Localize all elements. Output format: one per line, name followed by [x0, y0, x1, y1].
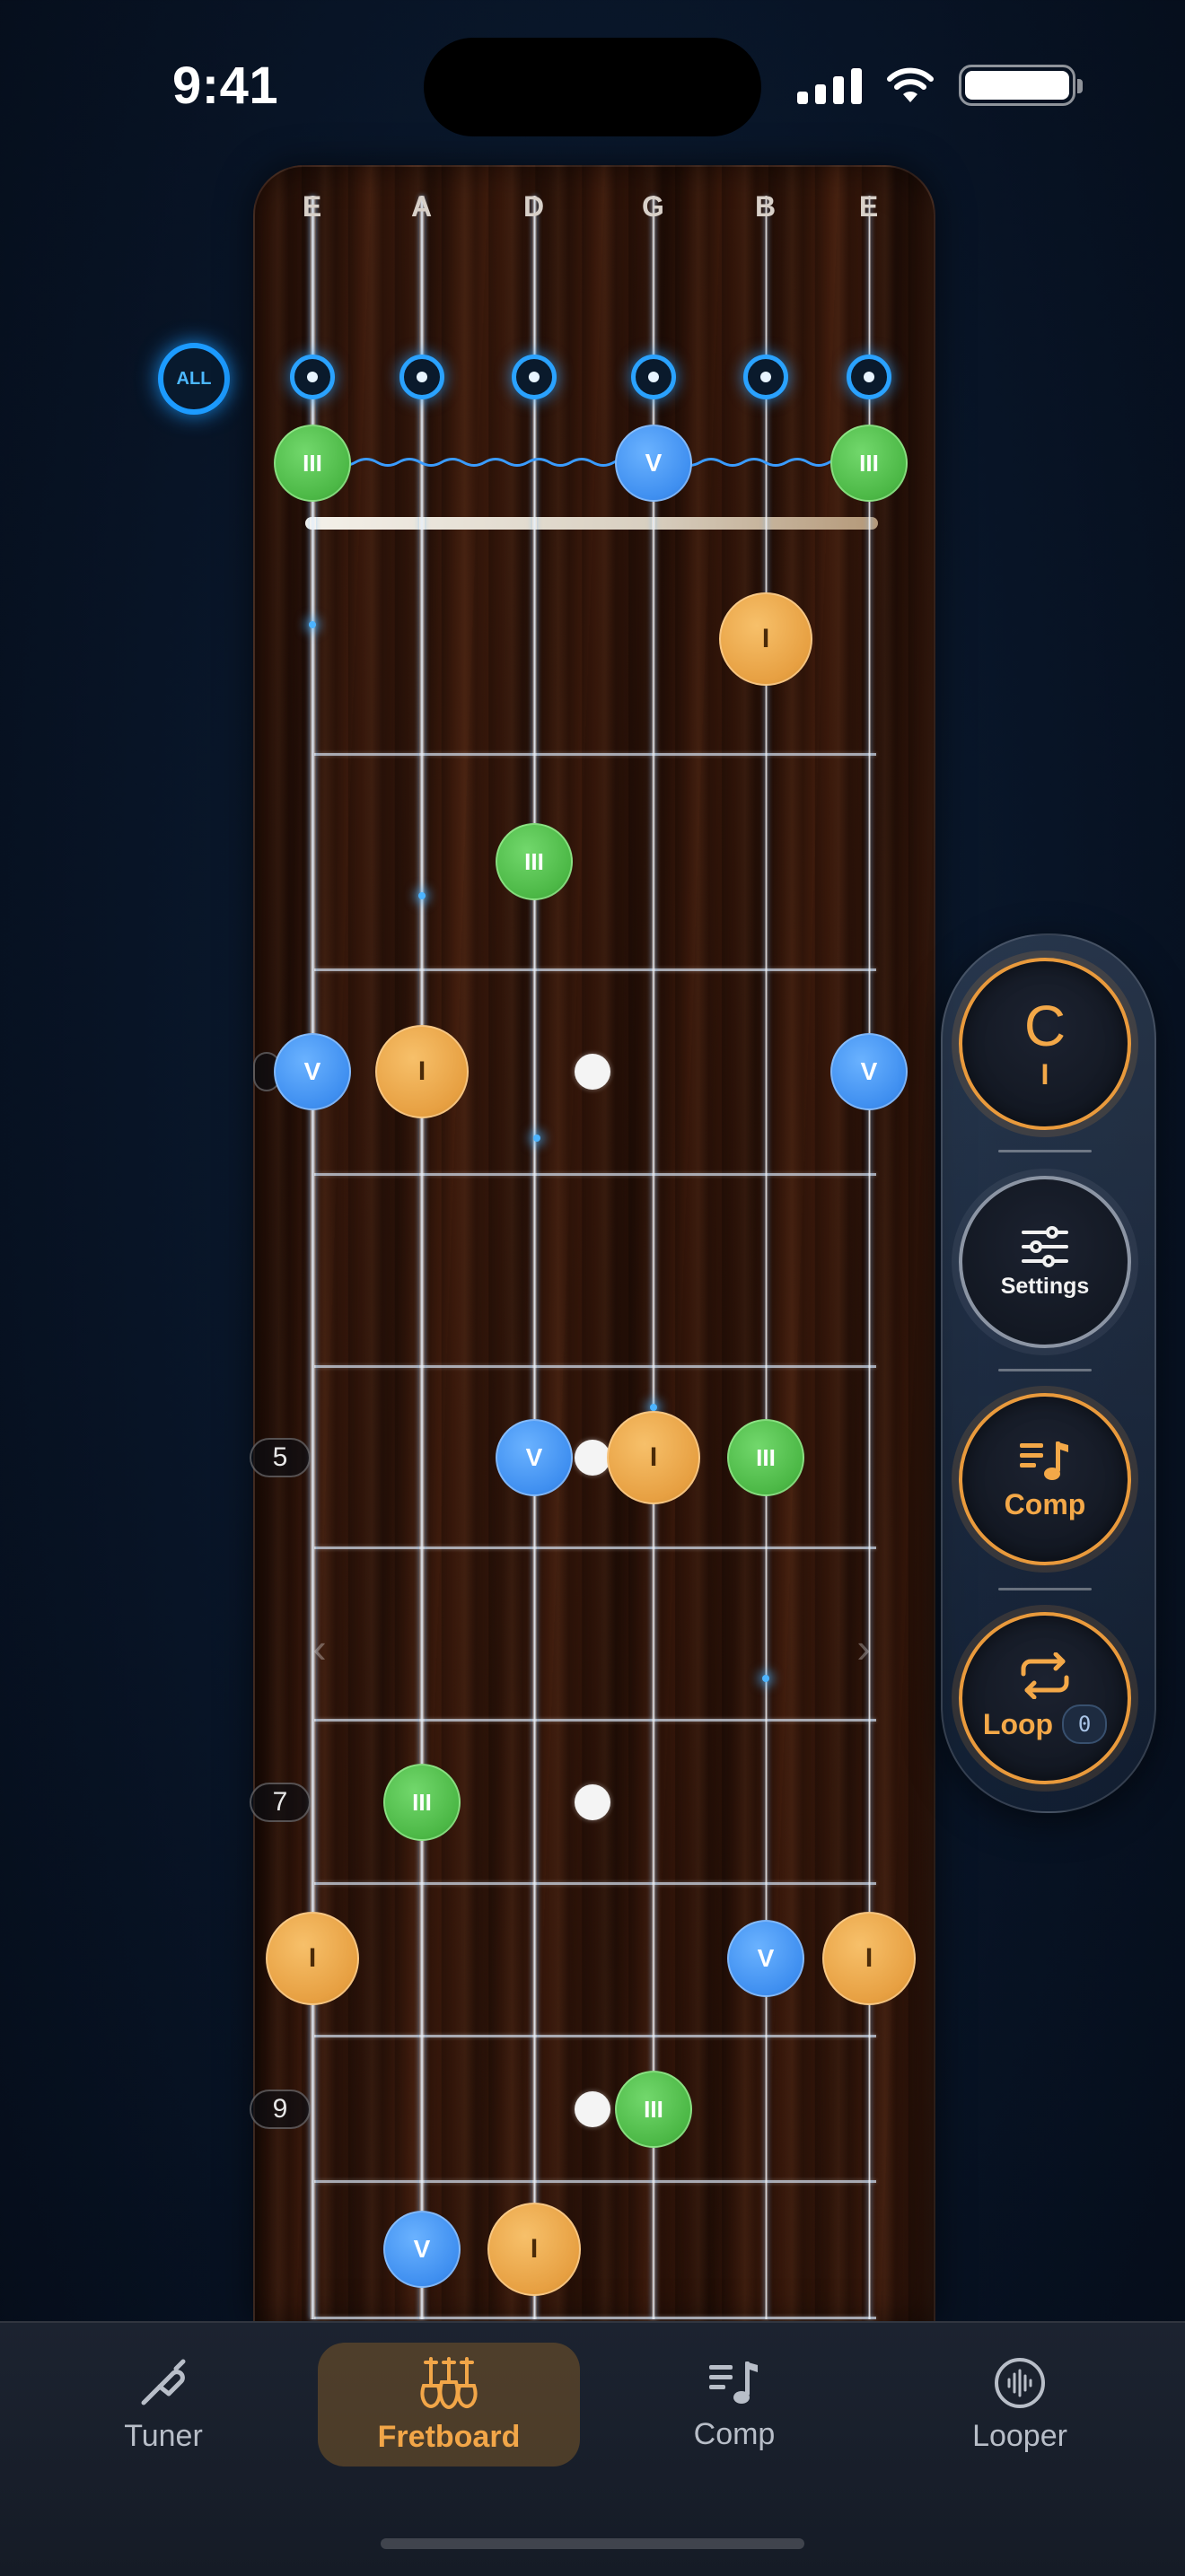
- note-fifth[interactable]: V: [727, 1920, 804, 1997]
- loop-label: Loop: [982, 1707, 1054, 1740]
- fret-number: 7: [250, 1783, 311, 1822]
- guitars-icon: [420, 2356, 478, 2409]
- tab-tuner[interactable]: Tuner: [32, 2343, 294, 2466]
- tab-comp-label: Comp: [693, 2416, 776, 2451]
- string-toggle-3[interactable]: [512, 355, 557, 399]
- separator: [998, 1588, 1092, 1590]
- fret-number: 9: [250, 2090, 311, 2129]
- fret-wire: [314, 968, 876, 971]
- fretboard[interactable]: [253, 165, 935, 2323]
- chevron-right-icon[interactable]: ›: [856, 1624, 870, 1672]
- cellular-signal-icon: [797, 66, 862, 104]
- glow-dot: [533, 1135, 540, 1142]
- tuning-fork-icon: [141, 2359, 186, 2405]
- wifi-icon: [887, 67, 934, 102]
- settings-label: Settings: [1000, 1273, 1090, 1299]
- settings-button[interactable]: Settings: [959, 1176, 1131, 1348]
- string-label: B: [754, 190, 777, 223]
- sliders-icon: [1022, 1225, 1068, 1267]
- tab-looper-label: Looper: [972, 2418, 1067, 2453]
- key-select-button[interactable]: C I: [959, 958, 1131, 1130]
- tab-comp[interactable]: Comp: [603, 2343, 865, 2466]
- tab-looper[interactable]: Looper: [889, 2343, 1151, 2466]
- string-label: E: [858, 190, 880, 223]
- note-root[interactable]: I: [607, 1411, 700, 1504]
- string-toggle-5[interactable]: [743, 355, 788, 399]
- glow-dot: [309, 621, 316, 628]
- note-root[interactable]: I: [375, 1025, 469, 1118]
- fret-inlay: [575, 1440, 610, 1476]
- vibration-wave: [312, 458, 873, 467]
- note-third[interactable]: III: [615, 2071, 692, 2148]
- string-line: [652, 196, 655, 2319]
- note-root[interactable]: I: [719, 592, 812, 686]
- tab-fretboard[interactable]: Fretboard: [318, 2343, 580, 2466]
- string-toggle-1[interactable]: [290, 355, 335, 399]
- glow-dot: [418, 892, 426, 899]
- string-toggle-2[interactable]: [399, 355, 444, 399]
- string-label: D: [522, 190, 546, 223]
- string-line: [764, 196, 768, 2319]
- fret-wire: [314, 1882, 876, 1885]
- key-letter: C: [1023, 993, 1066, 1058]
- music-list-icon: [709, 2361, 758, 2404]
- string-line: [531, 196, 537, 2319]
- nut: [305, 517, 878, 530]
- tab-tuner-label: Tuner: [124, 2418, 203, 2453]
- tab-fretboard-label: Fretboard: [377, 2419, 521, 2454]
- fret-inlay: [575, 2091, 610, 2127]
- comp-label: Comp: [1004, 1487, 1086, 1520]
- note-fifth[interactable]: V: [383, 2211, 461, 2288]
- dynamic-island: [424, 38, 761, 136]
- note-fifth[interactable]: V: [274, 1033, 351, 1110]
- separator: [998, 1150, 1092, 1152]
- note-third[interactable]: III: [496, 823, 573, 900]
- status-icons: [797, 65, 1083, 106]
- string-label: A: [410, 190, 434, 223]
- note-third[interactable]: III: [274, 425, 351, 502]
- note-fifth[interactable]: V: [496, 1419, 573, 1496]
- note-third[interactable]: III: [727, 1419, 804, 1496]
- string-label: E: [302, 190, 323, 223]
- separator: [998, 1369, 1092, 1371]
- loop-button[interactable]: Loop 0: [959, 1612, 1131, 1784]
- music-list-icon: [1020, 1441, 1068, 1480]
- fret-wire: [314, 1173, 876, 1176]
- fret-wire: [314, 1365, 876, 1368]
- fret-wire: [314, 1719, 876, 1722]
- glow-dot: [762, 1675, 769, 1682]
- repeat-icon: [1021, 1652, 1069, 1699]
- key-degree: I: [1040, 1057, 1049, 1091]
- fret-wire: [314, 2035, 876, 2037]
- loop-count-badge: 0: [1062, 1704, 1108, 1744]
- glow-dot: [650, 1404, 657, 1411]
- note-root[interactable]: I: [822, 1912, 916, 2005]
- battery-icon: [959, 65, 1083, 106]
- fret-number: 5: [250, 1438, 311, 1477]
- all-strings-toggle[interactable]: ALL: [158, 343, 230, 415]
- string-line: [419, 196, 425, 2319]
- note-root[interactable]: I: [487, 2203, 581, 2296]
- comp-button[interactable]: Comp: [959, 1393, 1131, 1565]
- note-fifth[interactable]: V: [615, 425, 692, 502]
- string-label: G: [642, 190, 665, 223]
- note-third[interactable]: III: [830, 425, 908, 502]
- note-third[interactable]: III: [383, 1764, 461, 1841]
- waveform-icon: [995, 2357, 1045, 2408]
- home-indicator: [381, 2538, 804, 2549]
- fret-inlay: [575, 1784, 610, 1820]
- fret-wire: [314, 1546, 876, 1549]
- string-toggle-4[interactable]: [631, 355, 676, 399]
- string-toggle-6[interactable]: [847, 355, 891, 399]
- fret-inlay: [575, 1054, 610, 1090]
- fret-wire: [314, 753, 876, 756]
- note-fifth[interactable]: V: [830, 1033, 908, 1110]
- status-time: 9:41: [172, 57, 279, 115]
- fret-wire: [314, 2180, 876, 2183]
- vibration-wave-path: [312, 458, 873, 467]
- fret-wire: [314, 2317, 876, 2319]
- chevron-left-icon[interactable]: ‹: [312, 1624, 326, 1672]
- note-root[interactable]: I: [266, 1912, 359, 2005]
